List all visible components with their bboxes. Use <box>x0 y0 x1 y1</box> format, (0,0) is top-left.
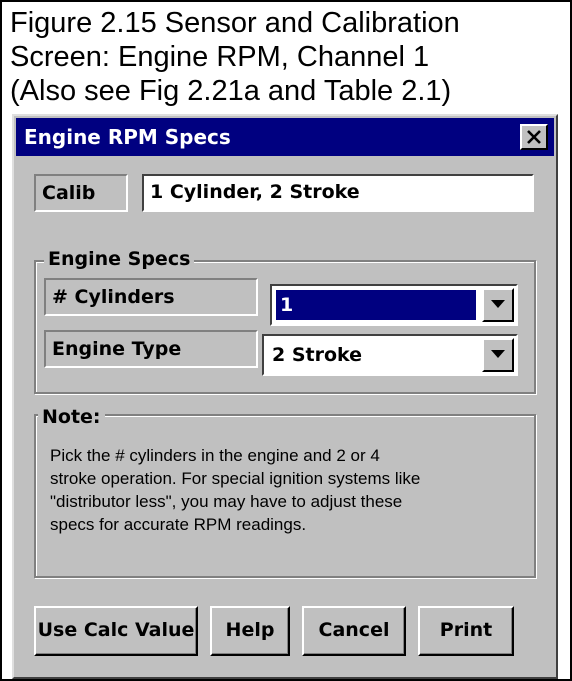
caption-line-3: (Also see Fig 2.21a and Table 2.1) <box>10 75 452 107</box>
cylinders-dropdown-button[interactable] <box>482 288 514 322</box>
chevron-down-icon <box>491 300 505 308</box>
note-line: specs for accurate RPM readings. <box>50 515 307 534</box>
dialog-title: Engine RPM Specs <box>24 125 231 149</box>
note-line: "distributor less", you may have to adju… <box>50 492 403 511</box>
engine-type-label: Engine Type <box>44 330 258 368</box>
calib-field[interactable]: 1 Cylinder, 2 Stroke <box>142 174 534 212</box>
cylinders-select[interactable]: 1 <box>270 284 518 326</box>
figure-caption: Figure 2.15 Sensor and Calibration Scree… <box>10 6 566 108</box>
cylinders-selected-value: 1 <box>276 290 476 320</box>
note-line: Pick the # cylinders in the engine and 2… <box>50 446 380 465</box>
use-calc-value-button[interactable]: Use Calc Value <box>34 606 198 656</box>
note-group: Note: Pick the # cylinders in the engine… <box>34 406 536 578</box>
engine-specs-group: Engine Specs # Cylinders 1 Engine Type 2… <box>34 248 536 394</box>
cylinders-label: # Cylinders <box>44 278 258 316</box>
figure-frame: Figure 2.15 Sensor and Calibration Scree… <box>0 0 572 681</box>
caption-line-1: Figure 2.15 Sensor and Calibration <box>10 7 460 39</box>
print-button[interactable]: Print <box>418 606 514 656</box>
title-bar[interactable]: Engine RPM Specs <box>16 118 554 156</box>
calib-label: Calib <box>34 174 128 212</box>
caption-line-2: Screen: Engine RPM, Channel 1 <box>10 41 430 73</box>
engine-type-dropdown-button[interactable] <box>482 338 514 372</box>
cancel-button[interactable]: Cancel <box>302 606 406 656</box>
note-title: Note: <box>38 406 105 428</box>
engine-specs-group-title: Engine Specs <box>44 248 195 270</box>
engine-type-selected-value: 2 Stroke <box>272 344 363 366</box>
engine-type-select[interactable]: 2 Stroke <box>262 334 518 376</box>
note-line: stroke operation. For special ignition s… <box>50 469 421 488</box>
engine-rpm-specs-dialog: Engine RPM Specs Calib 1 Cylinder, 2 Str… <box>12 114 558 679</box>
help-button[interactable]: Help <box>210 606 290 656</box>
chevron-down-icon <box>491 350 505 358</box>
close-button[interactable] <box>520 124 548 150</box>
note-text: Pick the # cylinders in the engine and 2… <box>50 444 450 536</box>
close-icon <box>527 130 541 144</box>
